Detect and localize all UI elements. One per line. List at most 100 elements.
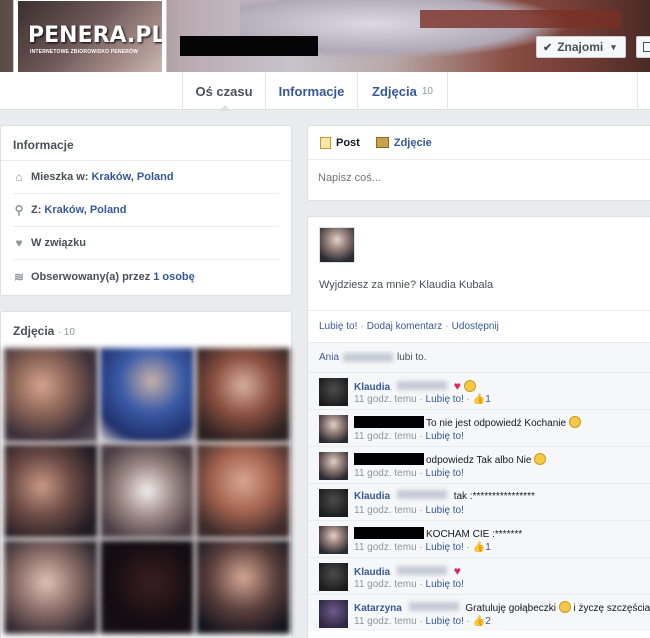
comment-body: Klaudia ♥ — [354, 564, 461, 578]
photos-card-header: Zdjęcia · 10 — [1, 312, 291, 344]
comment: To nie jest odpowiedź Kochanie 11 godz. … — [308, 409, 650, 446]
comment-avatar[interactable] — [319, 526, 348, 554]
smile-emoji-icon — [534, 453, 547, 465]
tab-more[interactable] — [637, 72, 650, 110]
tab-photos-count: 10 — [421, 85, 433, 97]
friends-button[interactable]: ✔ Znajomi ▾ — [536, 36, 626, 58]
watermark-tagline: INTERNETOWE ZBIOROWISKO PENERÓW — [30, 49, 139, 55]
status-input[interactable] — [318, 172, 638, 184]
comment-time[interactable]: 11 godz. temu — [354, 468, 417, 479]
comment-author[interactable]: Klaudia — [354, 567, 390, 578]
comment-like-count[interactable]: 2 — [485, 616, 491, 627]
comment-time[interactable]: 11 godz. temu — [354, 542, 417, 553]
photo-thumbnail[interactable] — [4, 348, 98, 442]
comment-meta: 11 godz. temu · Lubię to! — [354, 468, 464, 479]
comment-time[interactable]: 11 godz. temu — [354, 431, 417, 442]
photo-thumbnail[interactable] — [4, 540, 98, 634]
tab-about[interactable]: Informacje — [266, 72, 358, 110]
profile-tab-bar: Oś czasu Informacje Zdjęcia 10 — [0, 72, 650, 111]
info-relationship: W związku — [31, 237, 87, 249]
comment-avatar[interactable] — [319, 378, 348, 406]
info-from-link[interactable]: Kraków, Poland — [44, 204, 126, 216]
photo-thumbnail[interactable] — [196, 444, 290, 538]
separator: · — [445, 321, 449, 332]
tab-timeline[interactable]: Oś czasu — [182, 72, 266, 111]
comment: Klaudia ♥ 11 godz. temu · Lubię to! — [308, 557, 650, 594]
thumbs-up-icon: 👍 — [472, 542, 486, 553]
photo-thumbnail[interactable] — [196, 540, 290, 634]
profile-name-redacted — [180, 36, 318, 56]
comment-body: odpowiedz Tak albo Nie — [354, 453, 547, 466]
comment-author-redacted — [354, 527, 424, 539]
photos-card-count: · 10 — [57, 327, 75, 338]
comment-like-button[interactable]: Lubię to! — [426, 616, 464, 627]
comment-text: KOCHAM CIE :******* — [426, 529, 523, 540]
comment-text: Gratuluję gołąbeczki — [465, 603, 556, 614]
info-lives-link[interactable]: Kraków, Poland — [91, 171, 173, 183]
comment-time[interactable]: 11 godz. temu — [354, 616, 417, 627]
timeline-post: Wyjdziesz za mnie? Klaudia Kubala Lubię … — [307, 216, 650, 638]
comment-time[interactable]: 11 godz. temu — [354, 505, 417, 516]
info-from-prefix: Z: — [31, 204, 42, 216]
comment-like-button[interactable]: Lubię to! — [426, 394, 464, 405]
photo-grid — [4, 348, 290, 634]
info-followers-link[interactable]: 1 osobę — [153, 271, 195, 283]
comment-time[interactable]: 11 godz. temu — [354, 394, 417, 405]
comment-text: odpowiedz Tak albo Nie — [426, 455, 532, 466]
post-author-avatar[interactable] — [319, 227, 355, 263]
comment-body: Katarzyna Gratuluję gołąbeczki i życzę s… — [354, 601, 650, 614]
smile-emoji-icon — [463, 380, 476, 392]
comment-avatar[interactable] — [319, 415, 348, 443]
info-lives-prefix: Mieszka w: — [31, 171, 89, 183]
photo-thumbnail[interactable] — [4, 444, 98, 538]
comment-like-button[interactable]: Lubię to! — [426, 505, 464, 516]
comments-list: Klaudia ♥ 11 godz. temu · Lubię to! · 👍1… — [308, 372, 650, 631]
comment-like-button[interactable]: Lubię to! — [426, 468, 464, 479]
photo-thumbnail[interactable] — [196, 348, 290, 442]
cover-image-bench — [420, 10, 620, 28]
comment-avatar[interactable] — [319, 489, 348, 517]
comment-author-surname-blurred — [408, 602, 459, 611]
liker-surname-blurred — [343, 353, 394, 362]
tab-photos-label: Zdjęcia — [372, 83, 417, 99]
comment-text-continued: i życzę szczęścia! — [573, 603, 650, 614]
comment-avatar[interactable] — [319, 600, 348, 628]
friends-button-label: Znajomi — [557, 40, 604, 54]
photo-thumbnail[interactable] — [100, 348, 194, 442]
comment-meta: 11 godz. temu · Lubię to! — [354, 431, 464, 442]
tab-photos[interactable]: Zdjęcia 10 — [358, 72, 448, 110]
composer-tab-photo[interactable]: Zdjęcie — [375, 137, 432, 149]
message-button[interactable] — [636, 36, 650, 58]
comment-like-count[interactable]: 1 — [485, 394, 491, 405]
comment: Klaudia ♥ 11 godz. temu · Lubię to! · 👍1 — [308, 372, 650, 409]
composer-tab-post[interactable]: Post — [320, 136, 360, 149]
comment-like-button[interactable]: Lubię to! — [426, 542, 464, 553]
comment-like-button[interactable]: Lubię to! — [426, 431, 464, 442]
comment-like-button[interactable]: Lubię to! — [426, 579, 464, 590]
comment-author[interactable]: Klaudia — [354, 491, 390, 502]
comment-time[interactable]: 11 godz. temu — [354, 579, 417, 590]
photo-thumbnail[interactable] — [100, 444, 194, 538]
comment-author-surname-blurred — [396, 490, 447, 499]
comment-avatar[interactable] — [319, 452, 348, 480]
comment-avatar[interactable] — [319, 563, 348, 591]
share-button[interactable]: Udostępnij — [452, 321, 499, 332]
liker-name[interactable]: Ania — [319, 352, 339, 363]
photo-thumbnail[interactable] — [100, 540, 194, 634]
photos-card-title[interactable]: Zdjęcia — [13, 324, 54, 338]
comment-author[interactable]: Klaudia — [354, 382, 390, 393]
comment-meta: 11 godz. temu · Lubię to! · 👍1 — [354, 542, 491, 553]
comment-author-surname-blurred — [396, 566, 447, 575]
comment-button[interactable]: Dodaj komentarz — [367, 321, 443, 332]
tab-timeline-label: Oś czasu — [195, 83, 253, 99]
check-icon: ✔ — [543, 41, 553, 54]
info-row-followers: ≋ Obserwowany(a) przez 1 osobę — [13, 260, 279, 293]
comment-author[interactable]: Katarzyna — [354, 603, 402, 614]
heart-icon: ♥ — [15, 236, 23, 250]
comment: Klaudia tak :**************** 11 godz. t… — [308, 483, 650, 520]
comment-body: To nie jest odpowiedź Kochanie — [354, 416, 581, 429]
composer-tabs: Post Zdjęcie — [308, 126, 650, 160]
comment-like-count[interactable]: 1 — [485, 542, 491, 553]
like-button[interactable]: Lubię to! — [319, 321, 357, 332]
comment-text: tak :**************** — [453, 491, 535, 502]
